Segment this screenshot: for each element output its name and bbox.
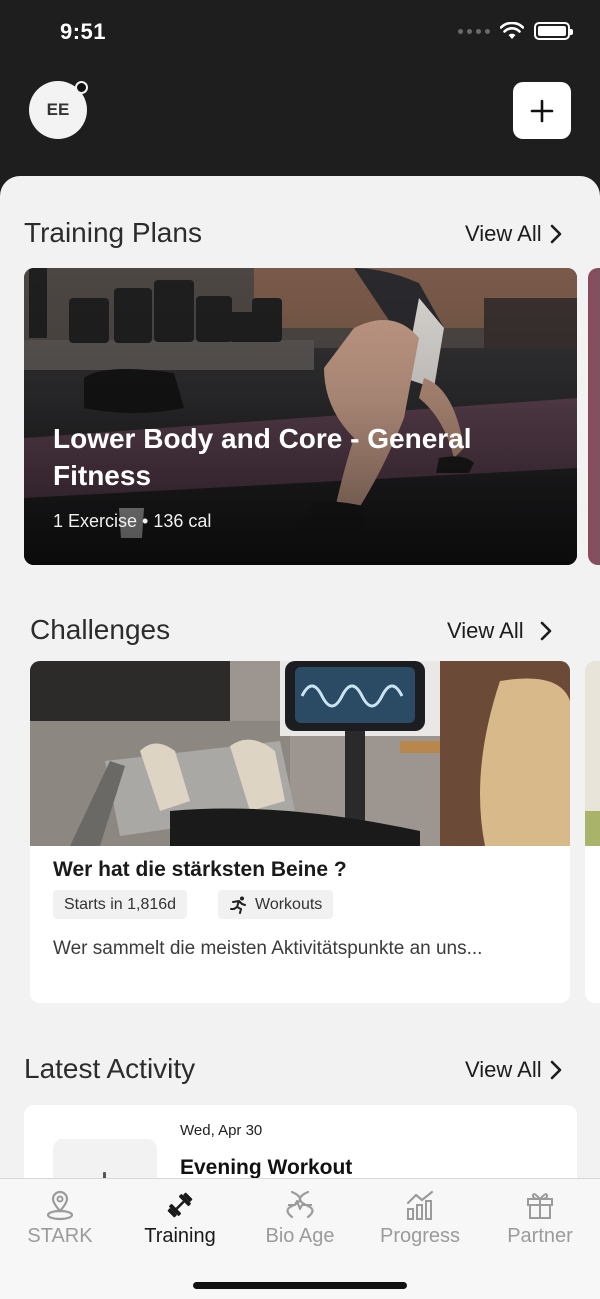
bar-chart-icon (406, 1190, 434, 1220)
tab-label: Partner (507, 1225, 573, 1247)
notification-dot (75, 81, 88, 94)
home-indicator (193, 1282, 407, 1289)
starts-chip: Starts in 1,816d (53, 890, 188, 919)
tab-stark[interactable]: STARK (0, 1179, 120, 1259)
main-content[interactable]: Training Plans View All Lower Body and C… (0, 176, 600, 1178)
running-icon (230, 896, 246, 914)
activity-card[interactable]: Wed, Apr 30 Evening Workout (24, 1105, 577, 1178)
top-bar: EE (0, 66, 600, 176)
wifi-icon (500, 22, 524, 39)
tab-bar: STARK Training Bio Age Progress Partner (0, 1178, 600, 1299)
challenge-card[interactable]: Wer hat die stärksten Beine ? Starts in … (30, 661, 570, 1003)
challenge-card-next[interactable] (585, 661, 600, 1003)
challenge-image (30, 661, 570, 846)
chevron-right-icon (550, 224, 561, 244)
tab-partner[interactable]: Partner (480, 1179, 600, 1259)
activity-title: Evening Workout (180, 1156, 353, 1178)
training-plans-view-all[interactable]: View All (465, 221, 562, 247)
challenges-title: Challenges (30, 614, 171, 645)
chevron-right-icon (550, 1060, 561, 1080)
dumbbell-icon (167, 1192, 193, 1218)
training-plan-card[interactable]: Lower Body and Core - General Fitness 1 … (24, 268, 577, 565)
battery-icon (534, 22, 573, 40)
tab-training[interactable]: Training (120, 1179, 240, 1259)
training-plan-meta: 1 Exercise • 136 cal (53, 511, 212, 531)
latest-activity-view-all[interactable]: View All (465, 1057, 562, 1083)
tab-bio-age[interactable]: Bio Age (240, 1179, 360, 1259)
view-all-label: View All (465, 221, 542, 246)
tab-label: Training (144, 1225, 216, 1247)
training-plans-title: Training Plans (24, 217, 202, 248)
view-all-label: View All (465, 1057, 542, 1082)
challenge-title: Wer hat die stärksten Beine ? (53, 858, 347, 881)
view-all-label: View All (447, 618, 524, 643)
tab-label: STARK (27, 1225, 93, 1247)
avatar[interactable]: EE (29, 81, 88, 139)
location-pin-icon (46, 1190, 74, 1221)
plus-icon (530, 99, 554, 122)
status-bar: 9:51 (0, 0, 600, 66)
status-time: 9:51 (60, 19, 107, 44)
starts-label: Starts in 1,816d (64, 895, 177, 913)
gift-icon (527, 1193, 553, 1219)
latest-activity-title: Latest Activity (24, 1053, 196, 1084)
bio-age-icon (286, 1190, 314, 1219)
challenge-description: Wer sammelt die meisten Aktivitätspunkte… (53, 938, 483, 959)
avatar-initials: EE (46, 100, 70, 119)
training-plan-title: Lower Body and Core - General Fitness (53, 423, 472, 491)
tab-progress[interactable]: Progress (360, 1179, 480, 1259)
tab-label: Progress (379, 1225, 461, 1247)
activity-thumbnail (53, 1139, 157, 1178)
cellular-signal-icon (458, 28, 490, 34)
workouts-label: Workouts (255, 895, 323, 913)
add-button[interactable] (513, 82, 571, 139)
status-icons (458, 22, 573, 40)
workouts-chip: Workouts (218, 890, 334, 919)
training-plan-card-next[interactable] (588, 268, 600, 565)
chevron-right-icon (540, 621, 551, 641)
activity-date: Wed, Apr 30 (180, 1122, 263, 1139)
tab-label: Bio Age (265, 1225, 335, 1247)
challenges-view-all[interactable]: View All (447, 618, 552, 644)
